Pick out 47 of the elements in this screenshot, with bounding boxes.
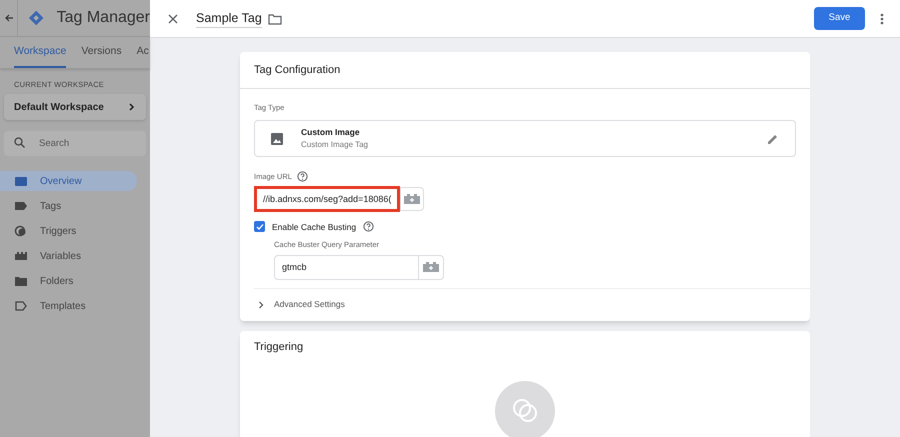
nav-item[interactable]: Variables [0, 246, 137, 266]
nav-item[interactable]: Folders [0, 271, 137, 292]
tag-type-name: Custom Image [301, 126, 361, 140]
variable-icon [403, 192, 421, 204]
tag-type-card[interactable]: Custom Image Custom Image Tag [254, 120, 796, 158]
pencil-icon[interactable] [767, 132, 779, 145]
advanced-settings-toggle[interactable]: Advanced Settings [240, 288, 810, 320]
tag-type-description: Custom Image Tag [301, 139, 368, 152]
blocks-icon [14, 250, 28, 262]
label-icon [14, 300, 28, 312]
help-icon[interactable] [363, 221, 374, 232]
chevron-right-icon [128, 103, 136, 112]
nav-item[interactable]: Templates [0, 296, 137, 316]
logo-icon [28, 9, 45, 27]
nav-item[interactable]: Triggers [0, 221, 137, 242]
variable-icon [422, 261, 440, 273]
search-icon [14, 137, 25, 148]
tab[interactable]: Workspace [14, 44, 66, 68]
card-title: Tag Configuration [240, 52, 810, 89]
circles-icon [14, 225, 28, 238]
more-icon[interactable] [880, 12, 884, 24]
check-icon [256, 222, 264, 231]
tag-icon [14, 200, 28, 212]
search-field[interactable]: Search [4, 131, 146, 156]
folder-icon [14, 275, 28, 288]
card-icon [14, 175, 28, 188]
checkbox-label: Enable Cache Busting [272, 220, 356, 234]
tab[interactable]: Versions [81, 44, 122, 68]
checkbox[interactable] [254, 221, 265, 232]
tag-name-field[interactable]: Sample Tag [196, 8, 262, 28]
card-title: Triggering [253, 340, 304, 356]
workspace-selector[interactable]: Default Workspace [4, 94, 146, 120]
variable-button[interactable] [419, 254, 444, 280]
image-url-field[interactable]: //ib.adnxs.com/seg?add=18086( [254, 186, 400, 212]
nav-item[interactable]: Overview [0, 171, 137, 192]
tab[interactable]: Ac [136, 44, 149, 68]
back-arrow-icon [4, 13, 14, 23]
close-icon [168, 14, 178, 24]
save-button[interactable]: Save [814, 7, 865, 30]
param-field[interactable]: gtmcb [274, 254, 419, 280]
folder-icon[interactable] [268, 12, 282, 24]
help-icon[interactable] [296, 171, 308, 182]
variable-button[interactable] [400, 186, 424, 210]
app-title: Tag Manager [56, 8, 150, 28]
nav-item[interactable]: Tags [0, 196, 137, 216]
close-button[interactable] [166, 12, 180, 26]
image-icon [271, 132, 283, 145]
